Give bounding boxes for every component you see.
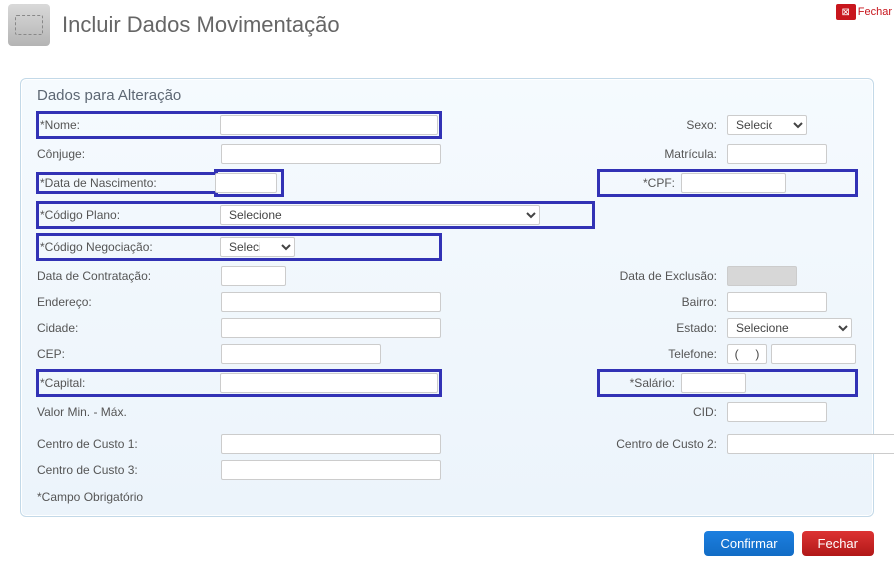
label-valor-min-max: Valor Min. - Máx. <box>37 405 217 419</box>
endereco-field[interactable] <box>221 292 441 312</box>
cpf-field[interactable] <box>681 173 786 193</box>
cidade-field[interactable] <box>221 318 441 338</box>
conjuge-field[interactable] <box>221 144 441 164</box>
form-icon <box>15 15 43 35</box>
label-capital: *Capital: <box>40 376 220 390</box>
label-data-nascimento: *Data de Nascimento: <box>40 176 215 190</box>
close-button[interactable]: Fechar <box>802 531 874 556</box>
matricula-field[interactable] <box>727 144 827 164</box>
label-matricula: Matrícula: <box>598 147 723 161</box>
label-centro-custo-1: Centro de Custo 1: <box>37 437 217 451</box>
bairro-field[interactable] <box>727 292 827 312</box>
salario-field[interactable] <box>681 373 746 393</box>
label-codigo-plano: *Código Plano: <box>40 208 220 222</box>
close-icon[interactable]: ⊠ <box>836 4 856 20</box>
label-conjuge: Cônjuge: <box>37 147 217 161</box>
page-title: Incluir Dados Movimentação <box>62 12 340 38</box>
label-centro-custo-3: Centro de Custo 3: <box>37 463 217 477</box>
label-codigo-negociacao: *Código Negociação: <box>40 240 220 254</box>
label-centro-custo-2: Centro de Custo 2: <box>598 437 723 451</box>
telefone-field[interactable] <box>771 344 856 364</box>
codigo-negociacao-select[interactable]: Selecione <box>220 237 295 257</box>
label-obrigatorio: *Campo Obrigatório <box>37 490 857 504</box>
footer-actions: Confirmar Fechar <box>0 523 894 568</box>
label-bairro: Bairro: <box>598 295 723 309</box>
nome-field[interactable] <box>220 115 438 135</box>
data-contratacao-field[interactable] <box>221 266 286 286</box>
data-nascimento-field[interactable] <box>215 173 277 193</box>
label-salario: *Salário: <box>601 376 681 390</box>
data-exclusao-field <box>727 266 797 286</box>
panel-title: Dados para Alteração <box>37 87 857 104</box>
label-cpf: *CPF: <box>601 176 681 190</box>
label-cep: CEP: <box>37 347 217 361</box>
close-link[interactable]: Fechar <box>858 6 892 18</box>
label-cid: CID: <box>598 405 723 419</box>
centro-custo-3-field[interactable] <box>221 460 441 480</box>
form-panel: Dados para Alteração *Nome: Sexo: Seleci… <box>20 78 874 517</box>
cep-field[interactable] <box>221 344 381 364</box>
cid-field[interactable] <box>727 402 827 422</box>
telefone-ddd-field[interactable] <box>727 344 767 364</box>
confirm-button[interactable]: Confirmar <box>704 531 793 556</box>
label-cidade: Cidade: <box>37 321 217 335</box>
capital-field[interactable] <box>220 373 438 393</box>
centro-custo-1-field[interactable] <box>221 434 441 454</box>
label-sexo: Sexo: <box>598 118 723 132</box>
label-estado: Estado: <box>598 321 723 335</box>
label-telefone: Telefone: <box>598 347 723 361</box>
label-data-contratacao: Data de Contratação: <box>37 269 217 283</box>
page-header: Incluir Dados Movimentação ⊠ Fechar <box>0 0 894 58</box>
centro-custo-2-field[interactable] <box>727 434 894 454</box>
label-endereco: Endereço: <box>37 295 217 309</box>
label-nome: *Nome: <box>40 118 220 132</box>
page-header-icon <box>8 4 50 46</box>
sexo-select[interactable]: Selecione <box>727 115 807 135</box>
codigo-plano-select[interactable]: Selecione <box>220 205 540 225</box>
header-close-group: ⊠ Fechar <box>836 4 892 20</box>
estado-select[interactable]: Selecione <box>727 318 852 338</box>
label-data-exclusao: Data de Exclusão: <box>598 269 723 283</box>
